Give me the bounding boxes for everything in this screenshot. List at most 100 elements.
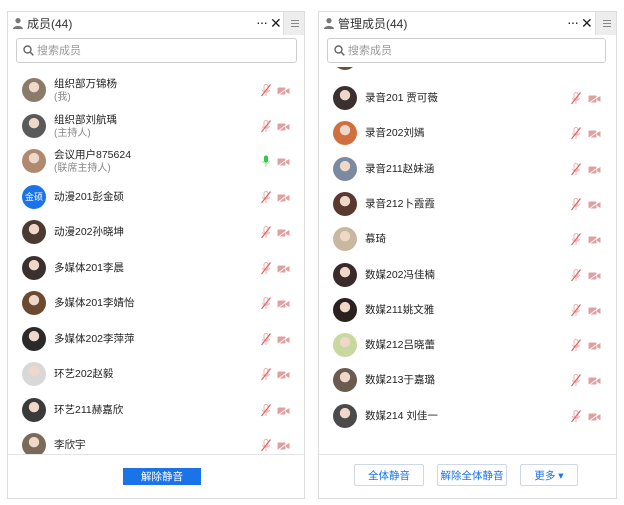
panel-title: 成员(44) bbox=[27, 17, 73, 31]
camera-off-icon[interactable] bbox=[277, 369, 290, 380]
list-item[interactable]: 数媒214 刘佳一 bbox=[319, 401, 616, 436]
microphone-muted-icon[interactable] bbox=[571, 303, 581, 317]
list-item[interactable]: 数媒211姚文雅 bbox=[319, 295, 616, 330]
avatar bbox=[22, 362, 46, 386]
avatar bbox=[333, 121, 357, 146]
close-icon[interactable]: ✕ bbox=[581, 15, 593, 31]
list-item[interactable]: 环艺211赫嘉欣 bbox=[8, 395, 304, 430]
camera-off-icon[interactable] bbox=[588, 128, 601, 139]
list-item[interactable]: 环艺202赵毅 bbox=[8, 359, 304, 394]
camera-off-icon[interactable] bbox=[277, 298, 290, 309]
list-item[interactable]: 李欣宇 bbox=[8, 430, 304, 454]
menu-icon[interactable] bbox=[595, 12, 616, 35]
list-item[interactable]: 数媒212吕晓蕾 bbox=[319, 330, 616, 365]
avatar: 金硕 bbox=[22, 184, 46, 209]
list-item[interactable]: 数媒202冯佳楠 bbox=[319, 260, 616, 295]
microphone-icon[interactable] bbox=[261, 155, 271, 168]
camera-off-icon[interactable] bbox=[588, 340, 601, 351]
camera-off-icon[interactable] bbox=[588, 411, 601, 422]
user-icon bbox=[13, 18, 23, 29]
camera-off-icon[interactable] bbox=[588, 270, 601, 280]
list-item[interactable]: 多媒体201李晨 bbox=[8, 253, 304, 288]
menu-icon[interactable] bbox=[283, 12, 304, 35]
list-item[interactable]: 金硕 动漫201彭金硕 bbox=[8, 182, 304, 217]
microphone-muted-icon[interactable] bbox=[571, 409, 581, 423]
close-icon[interactable]: ✕ bbox=[270, 15, 282, 31]
list-item[interactable]: 录音211赵妹涵 bbox=[319, 154, 616, 189]
list-item[interactable] bbox=[319, 67, 616, 78]
microphone-muted-icon[interactable] bbox=[261, 403, 271, 417]
camera-off-icon[interactable] bbox=[588, 305, 601, 316]
member-name: 录音212卜霞霞 bbox=[365, 197, 436, 210]
list-item[interactable]: 录音201 贾可薇 bbox=[319, 83, 616, 118]
member-name: 动漫201彭金硕 bbox=[54, 190, 125, 203]
microphone-muted-icon[interactable] bbox=[261, 261, 271, 275]
microphone-muted-icon[interactable] bbox=[261, 119, 271, 133]
avatar bbox=[22, 113, 46, 138]
search-icon bbox=[334, 45, 345, 56]
camera-off-icon[interactable] bbox=[277, 227, 290, 238]
manage-titlebar: 管理成员(44) ··· ✕ bbox=[319, 12, 616, 36]
microphone-muted-icon[interactable] bbox=[571, 268, 581, 282]
microphone-muted-icon[interactable] bbox=[261, 439, 271, 452]
member-list: 组织部万锦杨 (我) 组织部刘航瑀 (主持人) 会议用户875624 (联席主持人) 金硕动… bbox=[8, 75, 304, 454]
list-item[interactable]: 录音212卜霞霞 bbox=[319, 189, 616, 224]
member-name: 数媒213于嘉璐 bbox=[365, 374, 436, 387]
member-name: 环艺202赵毅 bbox=[54, 368, 114, 380]
list-item[interactable]: 组织部万锦杨 (我) bbox=[8, 75, 304, 110]
camera-off-icon[interactable] bbox=[277, 192, 290, 202]
microphone-muted-icon[interactable] bbox=[571, 92, 581, 105]
microphone-muted-icon[interactable] bbox=[261, 297, 271, 310]
camera-off-icon[interactable] bbox=[277, 85, 290, 96]
more-options-icon[interactable]: ··· bbox=[256, 15, 268, 29]
member-name: 数媒202冯佳楠 bbox=[365, 268, 436, 281]
camera-off-icon[interactable] bbox=[277, 334, 290, 344]
camera-off-icon[interactable] bbox=[588, 93, 601, 104]
panel-footer: 解除静音 bbox=[8, 454, 304, 498]
camera-off-icon[interactable] bbox=[277, 405, 290, 415]
camera-off-icon[interactable] bbox=[588, 199, 601, 210]
unmute-all-button[interactable]: 解除全体静音 bbox=[437, 464, 507, 486]
microphone-muted-icon[interactable] bbox=[571, 233, 581, 246]
list-item[interactable]: 动漫202孙晓坤 bbox=[8, 217, 304, 252]
microphone-muted-icon[interactable] bbox=[571, 339, 581, 352]
list-item[interactable]: 录音202刘嫣 bbox=[319, 118, 616, 153]
member-role: (我) bbox=[54, 92, 71, 103]
camera-off-icon[interactable] bbox=[588, 164, 601, 174]
camera-off-icon[interactable] bbox=[588, 375, 601, 386]
microphone-muted-icon[interactable] bbox=[571, 374, 581, 387]
member-name: 多媒体202李萍萍 bbox=[54, 332, 135, 345]
microphone-muted-icon[interactable] bbox=[261, 226, 271, 239]
list-item[interactable]: 慕琦 bbox=[319, 224, 616, 259]
member-name: 环艺211赫嘉欣 bbox=[54, 403, 124, 416]
microphone-muted-icon[interactable] bbox=[261, 84, 271, 97]
microphone-muted-icon[interactable] bbox=[261, 332, 271, 346]
member-role: (主持人) bbox=[54, 127, 91, 139]
list-item[interactable]: 多媒体202李萍萍 bbox=[8, 324, 304, 359]
camera-off-icon[interactable] bbox=[277, 121, 290, 131]
microphone-muted-icon[interactable] bbox=[571, 162, 581, 176]
unmute-button[interactable]: 解除静音 bbox=[123, 468, 201, 485]
avatar bbox=[333, 67, 357, 70]
microphone-muted-icon[interactable] bbox=[571, 197, 581, 211]
camera-off-icon[interactable] bbox=[588, 234, 601, 245]
list-item[interactable]: 多媒体201李婧怡 bbox=[8, 288, 304, 323]
list-item[interactable]: 会议用户875624 (联席主持人) bbox=[8, 146, 304, 181]
microphone-muted-icon[interactable] bbox=[261, 368, 271, 381]
avatar bbox=[22, 78, 46, 102]
members-panel: 成员(44) ··· ✕ 组织部万锦杨(我)组织部刘航瑀(主持人)会议用户875… bbox=[7, 11, 305, 499]
search-input[interactable] bbox=[37, 42, 237, 59]
camera-off-icon[interactable] bbox=[277, 156, 290, 167]
microphone-muted-icon[interactable] bbox=[571, 127, 581, 140]
list-item[interactable]: 数媒213于嘉璐 bbox=[319, 365, 616, 400]
avatar bbox=[333, 262, 357, 287]
camera-off-icon[interactable] bbox=[277, 440, 290, 451]
avatar bbox=[22, 291, 46, 315]
mute-all-button[interactable]: 全体静音 bbox=[354, 464, 424, 486]
more-button[interactable]: 更多 ▾ bbox=[520, 464, 578, 486]
list-item[interactable]: 组织部刘航瑀 (主持人) bbox=[8, 111, 304, 146]
camera-off-icon[interactable] bbox=[277, 263, 290, 273]
microphone-muted-icon[interactable] bbox=[261, 190, 271, 204]
search-input[interactable] bbox=[348, 42, 548, 59]
more-options-icon[interactable]: ··· bbox=[567, 15, 579, 29]
